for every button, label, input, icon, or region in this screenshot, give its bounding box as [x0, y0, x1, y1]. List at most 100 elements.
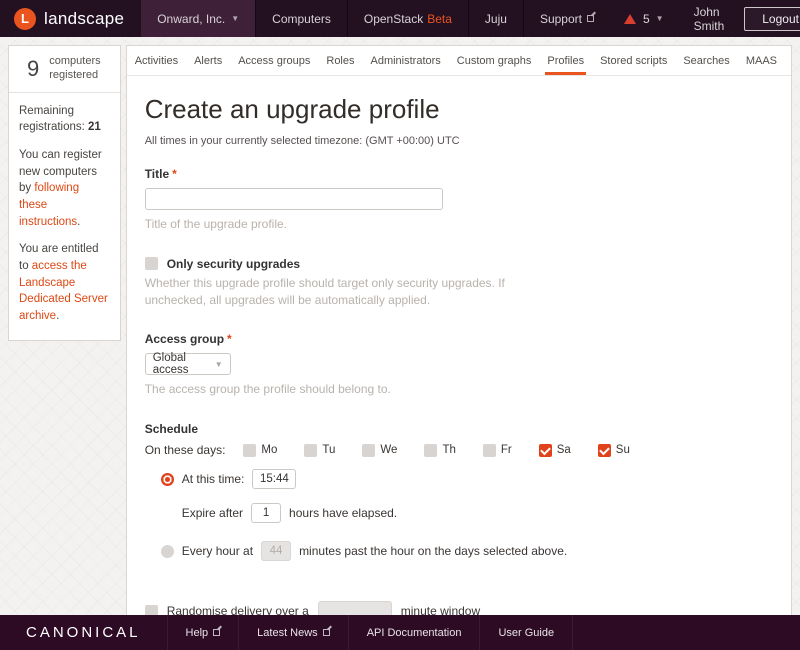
expire-hours-input[interactable] — [251, 503, 281, 523]
days-label: On these days: — [145, 443, 226, 457]
hourly-radio[interactable] — [161, 545, 174, 558]
expire-before-label: Expire after — [182, 506, 243, 520]
day-checkbox-fr[interactable] — [483, 444, 496, 457]
at-time-row: At this time: — [161, 469, 773, 489]
day-item-tu: Tu — [304, 444, 335, 457]
day-checkbox-mo[interactable] — [243, 444, 256, 457]
register-paragraph: You can register new computers by follow… — [19, 147, 110, 230]
nav-item-support[interactable]: Support — [523, 0, 610, 37]
landscape-brand[interactable]: L landscape — [0, 0, 140, 37]
only-security-checkbox[interactable] — [145, 257, 158, 270]
day-checkbox-we[interactable] — [362, 444, 375, 457]
security-section: Only security upgrades Whether this upgr… — [145, 257, 773, 309]
day-item-sa: Sa — [539, 444, 571, 457]
tab-administrators[interactable]: Administrators — [363, 46, 449, 75]
logout-button[interactable]: Logout — [744, 7, 800, 31]
expire-row: Expire after hours have elapsed. — [182, 503, 773, 523]
access-group-section: Access group* Global access ▼ The access… — [145, 332, 773, 398]
org-label: Onward, Inc. — [157, 12, 225, 26]
tab-alerts[interactable]: Alerts — [186, 46, 230, 75]
archive-link[interactable]: access the Landscape Dedicated Server ar… — [19, 260, 108, 322]
required-asterisk: * — [172, 167, 177, 181]
access-group-help: The access group the profile should belo… — [145, 381, 773, 398]
tab-access-groups[interactable]: Access groups — [230, 46, 318, 75]
tab-stored-scripts[interactable]: Stored scripts — [592, 46, 675, 75]
nav-right: 5 ▼ John Smith Logout — [610, 0, 800, 37]
access-group-select[interactable]: Global access ▼ — [145, 353, 231, 375]
timezone-note: All times in your currently selected tim… — [145, 135, 773, 147]
expire-after-label: hours have elapsed. — [289, 506, 397, 520]
tab-bar: ActivitiesAlertsAccess groupsRolesAdmini… — [127, 46, 791, 76]
chevron-down-icon: ▼ — [656, 14, 664, 23]
computers-count-row: 9 computers registered — [9, 46, 120, 92]
security-checkbox-row: Only security upgrades — [145, 257, 773, 271]
title-label: Title* — [145, 167, 773, 181]
schedule-section: Schedule On these days: MoTuWeThFrSaSu A… — [145, 422, 773, 621]
day-checkbox-sa[interactable] — [539, 444, 552, 457]
day-checkbox-th[interactable] — [424, 444, 437, 457]
alerts-menu[interactable]: 5 ▼ — [610, 12, 678, 26]
computers-count-label: computers registered — [49, 55, 109, 83]
footer-link-latest-news[interactable]: Latest News — [238, 615, 348, 650]
day-item-su: Su — [598, 444, 630, 457]
remaining-registrations: Remaining registrations: 21 — [19, 103, 110, 136]
hourly-row: Every hour at minutes past the hour on t… — [161, 541, 773, 561]
day-item-fr: Fr — [483, 444, 512, 457]
day-checkbox-su[interactable] — [598, 444, 611, 457]
schedule-label: Schedule — [145, 422, 773, 436]
chevron-down-icon: ▼ — [231, 14, 239, 23]
nav-item-juju[interactable]: Juju — [468, 0, 523, 37]
remaining-value: 21 — [88, 121, 101, 133]
hourly-minutes-input[interactable] — [261, 541, 291, 561]
tab-roles[interactable]: Roles — [318, 46, 362, 75]
upgrade-profile-form: Create an upgrade profile All times in y… — [127, 76, 791, 650]
title-help: Title of the upgrade profile. — [145, 216, 773, 233]
at-time-label: At this time: — [182, 472, 245, 486]
sidebar: 9 computers registered Remaining registr… — [8, 45, 121, 341]
footer-link-help[interactable]: Help — [167, 615, 239, 650]
day-checkbox-tu[interactable] — [304, 444, 317, 457]
hourly-after-label: minutes past the hour on the days select… — [299, 544, 567, 558]
nav-item-openstack[interactable]: OpenStackBeta — [347, 0, 468, 37]
beta-badge: Beta — [427, 12, 452, 26]
tab-activities[interactable]: Activities — [127, 46, 186, 75]
title-input[interactable] — [145, 188, 443, 210]
entitled-paragraph: You are entitled to access the Landscape… — [19, 241, 110, 324]
brand-name: landscape — [44, 9, 124, 29]
at-time-radio[interactable] — [161, 473, 174, 486]
footer-link-user-guide[interactable]: User Guide — [479, 615, 573, 650]
sidebar-body: Remaining registrations: 21 You can regi… — [9, 92, 120, 340]
access-group-label: Access group* — [145, 332, 773, 346]
page-title: Create an upgrade profile — [145, 94, 773, 125]
day-checkboxes: MoTuWeThFrSaSu — [243, 444, 656, 457]
canonical-logo[interactable]: CANONICAL — [0, 615, 167, 650]
security-help: Whether this upgrade profile should targ… — [145, 275, 565, 309]
landscape-logo-icon: L — [14, 8, 36, 30]
chevron-down-icon: ▼ — [215, 360, 223, 369]
main-panel: ActivitiesAlertsAccess groupsRolesAdmini… — [126, 45, 792, 650]
alert-triangle-icon — [624, 14, 636, 24]
days-row: On these days: MoTuWeThFrSaSu — [145, 443, 773, 457]
tab-custom-graphs[interactable]: Custom graphs — [449, 46, 540, 75]
external-link-icon — [213, 629, 220, 636]
org-menu[interactable]: Onward, Inc. ▼ — [140, 0, 255, 37]
external-link-icon — [323, 629, 330, 636]
nav-items: ComputersOpenStackBetaJujuSupport — [255, 0, 610, 37]
external-link-icon — [587, 15, 594, 22]
user-name[interactable]: John Smith — [678, 5, 741, 33]
page-background: 9 computers registered Remaining registr… — [0, 37, 800, 615]
hourly-before-label: Every hour at — [182, 544, 253, 558]
footer-link-api-documentation[interactable]: API Documentation — [348, 615, 480, 650]
top-nav: L landscape Onward, Inc. ▼ ComputersOpen… — [0, 0, 800, 37]
tab-searches[interactable]: Searches — [675, 46, 737, 75]
time-input[interactable] — [252, 469, 296, 489]
tab-profiles[interactable]: Profiles — [539, 46, 592, 75]
footer-links: HelpLatest NewsAPI DocumentationUser Gui… — [167, 615, 574, 650]
required-asterisk: * — [227, 332, 232, 346]
alerts-count: 5 — [643, 12, 650, 26]
footer: CANONICAL HelpLatest NewsAPI Documentati… — [0, 615, 800, 650]
nav-item-computers[interactable]: Computers — [255, 0, 347, 37]
tab-maas[interactable]: MAAS — [738, 46, 785, 75]
computers-count: 9 — [19, 56, 39, 82]
day-item-mo: Mo — [243, 444, 277, 457]
